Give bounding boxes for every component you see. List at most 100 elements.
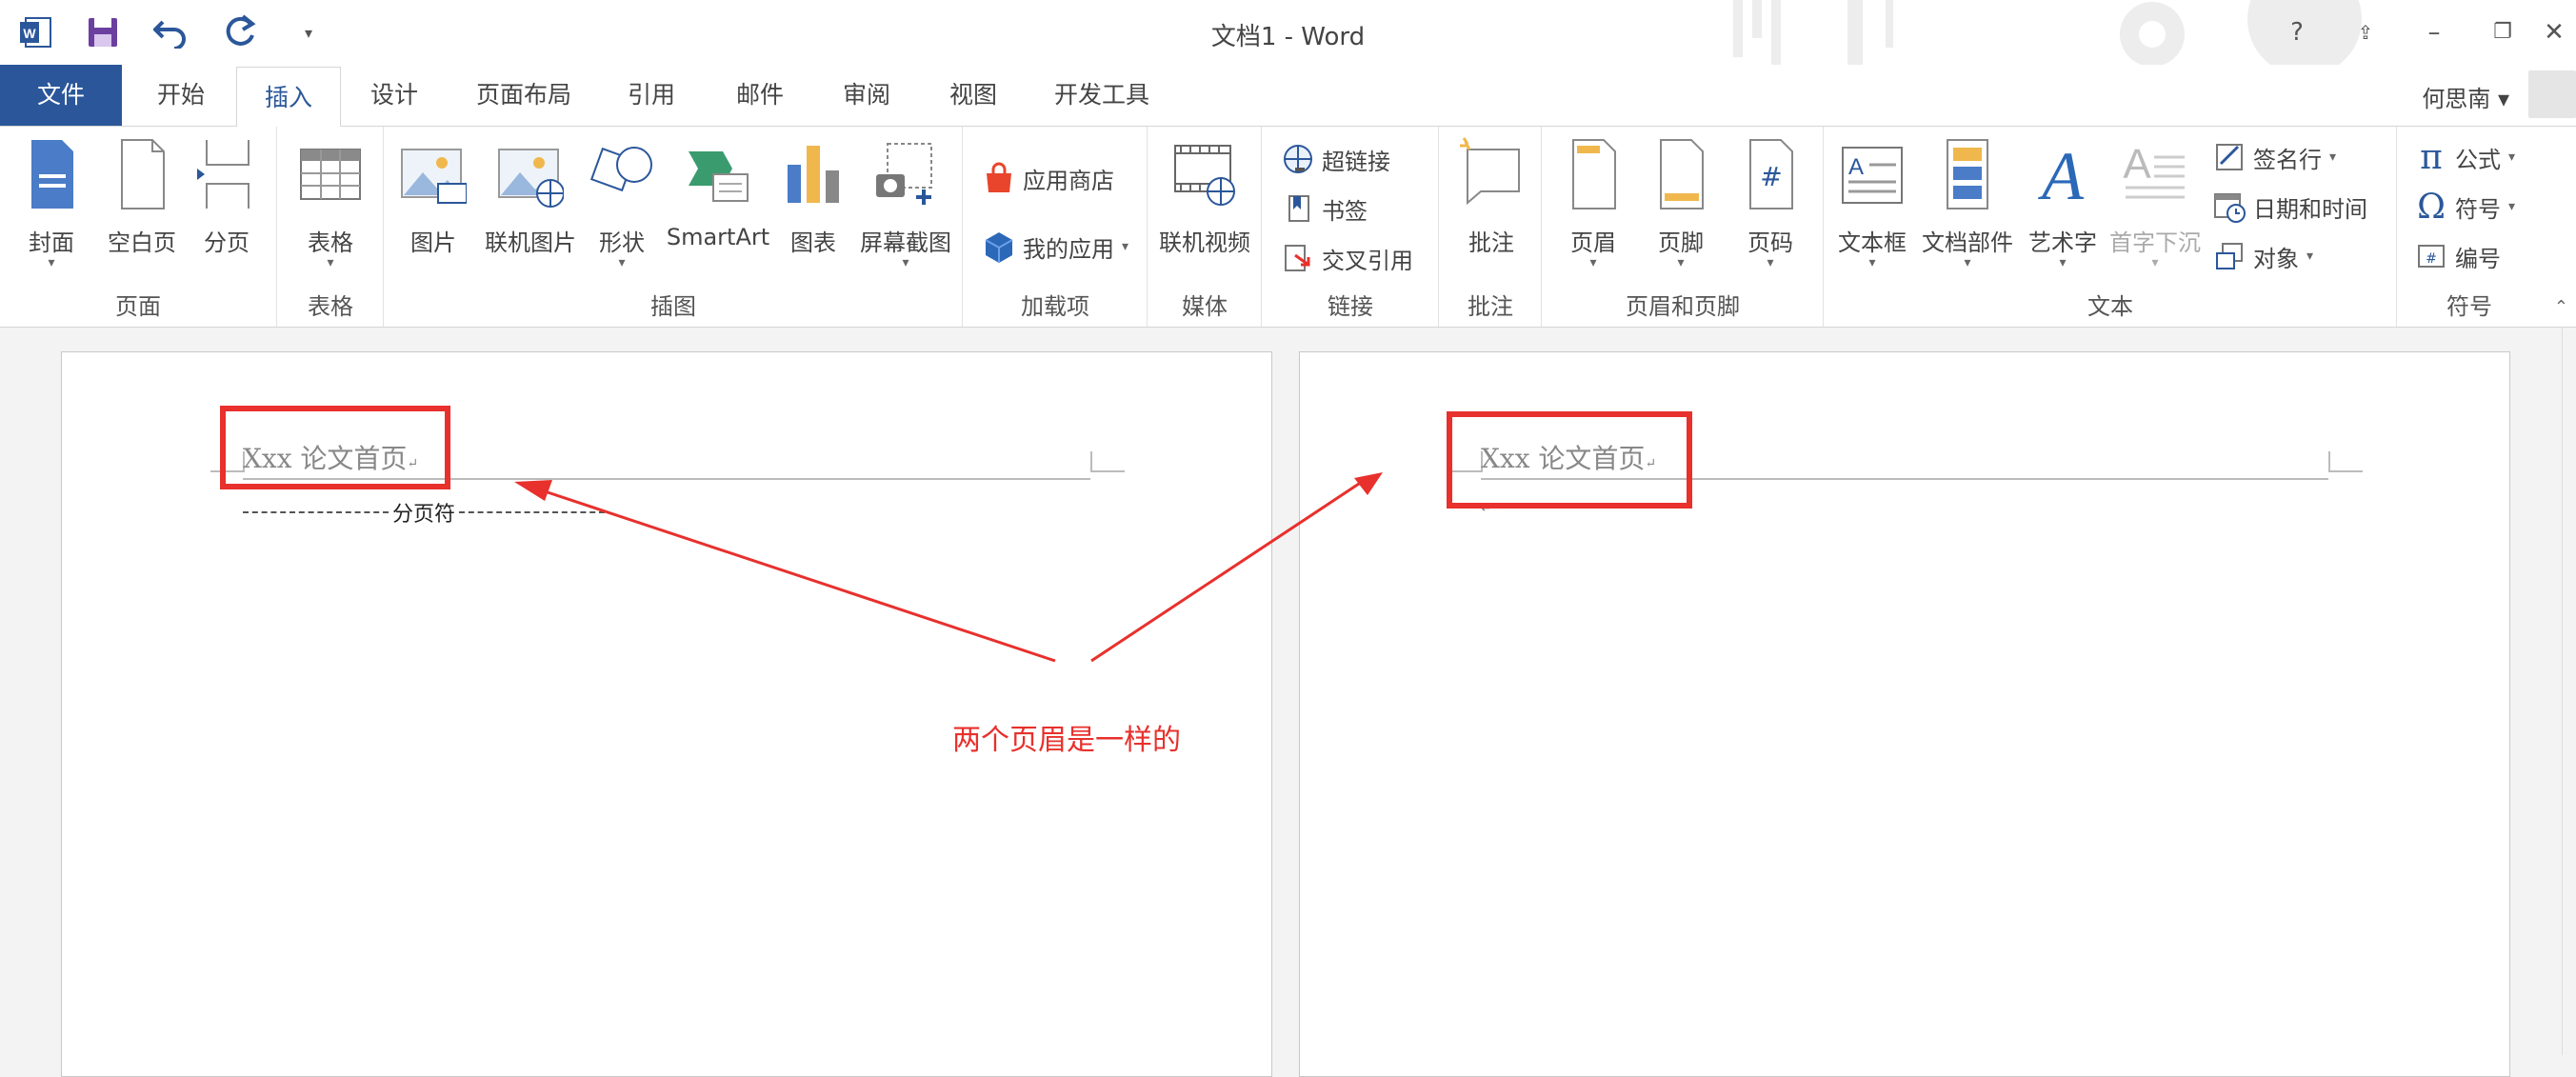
close-icon[interactable]: ✕	[2533, 13, 2575, 51]
online-picture-button[interactable]: 联机图片	[480, 136, 581, 257]
bookmark-label: 书签	[1322, 197, 1368, 225]
online-video-button[interactable]: 联机视频	[1152, 136, 1257, 257]
group-media: 联机视频 媒体	[1148, 127, 1262, 327]
picture-label: 图片	[410, 229, 456, 256]
signature-line-label: 签名行	[2253, 146, 2322, 173]
pi-icon: π	[2420, 137, 2443, 177]
object-label: 对象	[2253, 245, 2299, 272]
collapse-ribbon-icon[interactable]: ⌃	[2554, 297, 2568, 317]
svg-text:#: #	[1760, 161, 1782, 192]
wordart-button[interactable]: A 艺术字 ▾	[2021, 136, 2105, 269]
minimize-icon[interactable]: –	[2413, 13, 2455, 51]
arrow-to-page1-header	[532, 486, 1056, 663]
table-dropdown-icon: ▾	[327, 255, 334, 270]
footer-label: 页脚	[1658, 229, 1704, 256]
user-name[interactable]: 何思南 ▾	[2422, 80, 2509, 113]
hyperlink-button[interactable]: 超链接	[1282, 138, 1390, 180]
ribbon-display-options-icon[interactable]: ⇪	[2345, 13, 2386, 51]
object-button[interactable]: 对象 ▾	[2213, 235, 2313, 277]
chart-label: 图表	[790, 229, 836, 256]
hyperlink-icon	[1284, 145, 1312, 173]
group-links-label: 链接	[1328, 293, 1373, 320]
chart-button[interactable]: 图表	[775, 136, 851, 257]
group-addins: 应用商店 我的应用 ▾ 加载项	[964, 127, 1148, 327]
symbol-button[interactable]: Ω 符号 ▾	[2415, 186, 2515, 228]
cross-reference-button[interactable]: 交叉引用	[1282, 237, 1413, 279]
comment-button[interactable]: 批注	[1446, 136, 1537, 257]
group-media-label: 媒体	[1182, 293, 1228, 320]
avatar[interactable]	[2528, 70, 2576, 118]
cover-page-icon	[31, 140, 73, 209]
group-comments: 批注 批注	[1440, 127, 1542, 327]
signature-line-button[interactable]: 签名行 ▾	[2213, 136, 2336, 178]
omega-icon: Ω	[2417, 187, 2446, 227]
date-time-button[interactable]: 日期和时间	[2213, 186, 2367, 228]
arrow-head-left-icon	[514, 480, 552, 501]
header-label: 页眉	[1570, 229, 1616, 256]
signature-line-icon	[2216, 144, 2243, 170]
page-break-icon	[197, 140, 250, 209]
picture-button[interactable]: 图片	[392, 136, 474, 257]
tab-insert[interactable]: 插入	[236, 67, 341, 128]
bookmark-button[interactable]: 书签	[1282, 188, 1368, 229]
store-button[interactable]: 应用商店	[983, 157, 1114, 199]
my-apps-icon	[985, 232, 1013, 263]
wordart-dropdown-icon: ▾	[2059, 255, 2067, 270]
text-box-label: 文本框	[1838, 229, 1907, 256]
group-illustrations: 图片 联机图片 形状 ▾ SmartArt 图表 屏幕截图 ▾ 插图	[385, 127, 963, 327]
screenshot-button[interactable]: 屏幕截图 ▾	[855, 136, 956, 269]
tab-mailings[interactable]: 邮件	[714, 65, 806, 126]
page-break-button[interactable]: 分页	[189, 136, 265, 257]
table-icon	[300, 149, 361, 200]
cross-reference-icon	[1285, 245, 1310, 271]
tab-references[interactable]: 引用	[606, 65, 697, 126]
blank-page-button[interactable]: 空白页	[99, 136, 185, 257]
tab-developer[interactable]: 开发工具	[1038, 65, 1166, 126]
online-video-icon	[1174, 145, 1235, 206]
my-apps-dropdown-icon: ▾	[1122, 239, 1129, 254]
shapes-icon	[589, 147, 652, 192]
quick-parts-button[interactable]: 文档部件 ▾	[1918, 136, 2017, 269]
equation-label: 公式	[2455, 146, 2501, 173]
cover-page-dropdown-icon: ▾	[48, 255, 55, 270]
tab-file[interactable]: 文件	[0, 65, 122, 126]
document-workspace: Xxx 论文首页↵ 分页符 Xxx 论文首页↵ ↵ 两个页眉是一样的	[0, 328, 2576, 1077]
help-button[interactable]: ?	[2276, 13, 2318, 51]
group-text-label: 文本	[2087, 293, 2133, 320]
vertical-scrollbar[interactable]	[2562, 328, 2576, 1055]
number-icon: #	[2418, 245, 2445, 268]
table-button[interactable]: 表格 ▾	[288, 136, 373, 269]
shapes-button[interactable]: 形状 ▾	[581, 136, 663, 269]
my-apps-button[interactable]: 我的应用 ▾	[983, 226, 1128, 268]
footer-dropdown-icon: ▾	[1677, 255, 1685, 270]
quick-parts-dropdown-icon: ▾	[1964, 255, 1971, 270]
shapes-label: 形状	[599, 229, 645, 256]
object-dropdown-icon: ▾	[2306, 249, 2314, 264]
comment-icon	[1460, 137, 1520, 206]
equation-button[interactable]: π 公式 ▾	[2415, 136, 2515, 178]
cover-page-button[interactable]: 封面 ▾	[13, 136, 90, 269]
page-number-button[interactable]: # 页码 ▾	[1729, 136, 1811, 269]
tab-review[interactable]: 审阅	[821, 65, 912, 126]
quick-parts-icon	[1947, 139, 1988, 209]
tab-view[interactable]: 视图	[928, 65, 1019, 126]
numbering-button[interactable]: # 编号	[2415, 235, 2501, 277]
shapes-dropdown-icon: ▾	[618, 255, 626, 270]
page-number-dropdown-icon: ▾	[1767, 255, 1774, 270]
header-button[interactable]: 页眉 ▾	[1552, 136, 1634, 269]
group-header-footer-label: 页眉和页脚	[1626, 293, 1740, 320]
screenshot-label: 屏幕截图	[860, 229, 951, 256]
smartart-button[interactable]: SmartArt	[663, 136, 773, 250]
restore-icon[interactable]: ❐	[2482, 13, 2524, 51]
my-apps-label: 我的应用	[1023, 235, 1114, 263]
screenshot-dropdown-icon: ▾	[902, 255, 909, 270]
tab-design[interactable]: 设计	[349, 65, 440, 126]
tab-page-layout[interactable]: 页面布局	[457, 65, 590, 126]
tab-home[interactable]: 开始	[133, 65, 229, 126]
online-picture-icon	[498, 149, 564, 208]
blank-page-icon	[121, 139, 165, 209]
table-label: 表格	[308, 229, 353, 256]
footer-button[interactable]: 页脚 ▾	[1640, 136, 1722, 269]
ribbon-tabs: 文件 开始 插入 设计 页面布局 引用 邮件 审阅 视图 开发工具 何思南 ▾	[0, 65, 2576, 128]
text-box-button[interactable]: A 文本框 ▾	[1830, 136, 1914, 269]
